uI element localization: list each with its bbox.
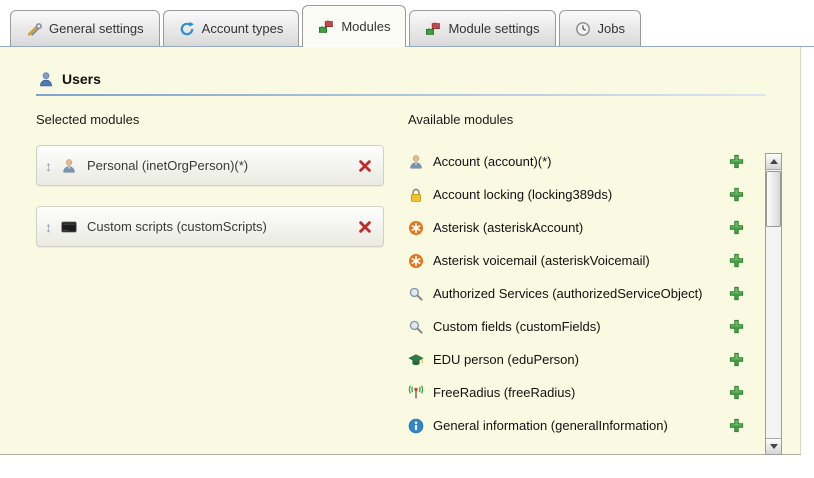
remove-module-button[interactable] [357, 158, 373, 174]
scrollbar-thumb[interactable] [766, 171, 781, 227]
available-module-label: EDU person (eduPerson) [433, 352, 729, 367]
available-module-label: Account locking (locking389ds) [433, 187, 729, 202]
add-module-button[interactable] [729, 220, 744, 235]
available-module-row: General information (generalInformation) [408, 409, 744, 442]
available-module-row: Authorized Services (authorizedServiceOb… [408, 277, 744, 310]
selected-module-label: Custom scripts (customScripts) [87, 219, 357, 234]
modules-icon [318, 19, 334, 35]
tab-jobs[interactable]: Jobs [559, 10, 641, 46]
available-module-row: Account (account)(*) [408, 145, 744, 178]
chevron-down-icon [770, 444, 778, 449]
section-title: Users [62, 71, 101, 87]
tab-modules[interactable]: Modules [302, 5, 406, 47]
available-module-label: Asterisk (asteriskAccount) [433, 220, 729, 235]
tools-icon [26, 21, 42, 37]
add-module-button[interactable] [729, 319, 744, 334]
selected-modules-heading: Selected modules [36, 112, 384, 127]
user-icon [38, 71, 54, 87]
remove-module-button[interactable] [357, 219, 373, 235]
refresh-gear-icon [179, 21, 195, 37]
asterisk-icon [408, 253, 424, 269]
section-divider [36, 94, 766, 96]
module-settings-icon [425, 21, 441, 37]
available-module-label: Authorized Services (authorizedServiceOb… [433, 286, 729, 301]
graduation-icon [408, 352, 424, 368]
tab-label: Jobs [598, 21, 625, 36]
person-icon [408, 154, 424, 170]
info-icon [408, 418, 424, 434]
selected-module-row[interactable]: ↕ Personal (inetOrgPerson)(*) [36, 145, 384, 186]
clock-icon [575, 21, 591, 37]
scroll-down-button[interactable] [766, 438, 781, 454]
selected-modules-column: Selected modules ↕ Personal (inetOrgPers… [36, 112, 384, 442]
tab-bar: General settings Account types Modules M… [0, 0, 814, 47]
tab-label: Modules [341, 19, 390, 34]
chevron-up-icon [770, 159, 778, 164]
available-modules-heading: Available modules [408, 112, 744, 127]
asterisk-icon [408, 220, 424, 236]
drag-handle-icon[interactable]: ↕ [45, 219, 61, 235]
add-module-button[interactable] [729, 286, 744, 301]
terminal-icon [61, 219, 77, 235]
person-icon [61, 158, 77, 174]
available-module-label: General information (generalInformation) [433, 418, 729, 433]
add-module-button[interactable] [729, 154, 744, 169]
antenna-icon [408, 385, 424, 401]
available-module-row: Account locking (locking389ds) [408, 178, 744, 211]
tab-module-settings[interactable]: Module settings [409, 10, 555, 46]
magnifier-icon [408, 319, 424, 335]
tab-label: Module settings [448, 21, 539, 36]
available-modules-scrollbar[interactable] [765, 153, 782, 455]
selected-module-label: Personal (inetOrgPerson)(*) [87, 158, 357, 173]
tab-label: General settings [49, 21, 144, 36]
available-module-label: FreeRadius (freeRadius) [433, 385, 729, 400]
modules-pane: Users Selected modules ↕ Personal (inetO… [0, 47, 801, 455]
available-modules-column: Available modules Account (account)(*) A… [408, 112, 744, 442]
add-module-button[interactable] [729, 253, 744, 268]
available-module-row: EDU person (eduPerson) [408, 343, 744, 376]
magnifier-icon [408, 286, 424, 302]
lock-icon [408, 187, 424, 203]
available-module-row: FreeRadius (freeRadius) [408, 376, 744, 409]
selected-module-row[interactable]: ↕ Custom scripts (customScripts) [36, 206, 384, 247]
tab-account-types[interactable]: Account types [163, 10, 300, 46]
available-module-row: Custom fields (customFields) [408, 310, 744, 343]
scroll-up-button[interactable] [766, 154, 781, 170]
available-module-row: Asterisk (asteriskAccount) [408, 211, 744, 244]
available-module-label: Asterisk voicemail (asteriskVoicemail) [433, 253, 729, 268]
drag-handle-icon[interactable]: ↕ [45, 158, 61, 174]
available-module-row: Asterisk voicemail (asteriskVoicemail) [408, 244, 744, 277]
available-module-label: Custom fields (customFields) [433, 319, 729, 334]
add-module-button[interactable] [729, 385, 744, 400]
users-section-header: Users [0, 47, 800, 87]
add-module-button[interactable] [729, 418, 744, 433]
tab-general-settings[interactable]: General settings [10, 10, 160, 46]
tab-label: Account types [202, 21, 284, 36]
available-module-label: Account (account)(*) [433, 154, 729, 169]
modules-columns: Selected modules ↕ Personal (inetOrgPers… [36, 112, 800, 442]
add-module-button[interactable] [729, 352, 744, 367]
add-module-button[interactable] [729, 187, 744, 202]
